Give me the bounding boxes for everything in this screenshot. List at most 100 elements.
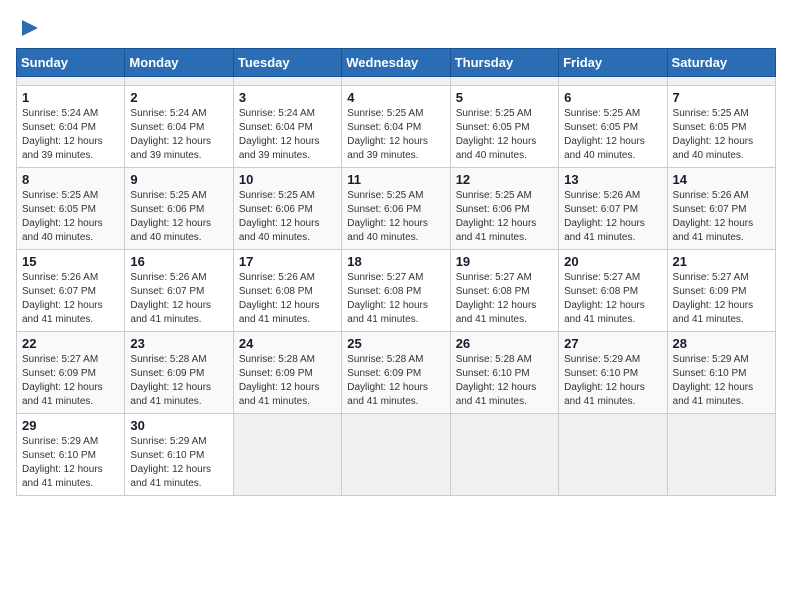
- day-number: 18: [347, 254, 444, 269]
- calendar-cell: 22 Sunrise: 5:27 AMSunset: 6:09 PMDayligh…: [17, 332, 125, 414]
- calendar-cell: [450, 77, 558, 86]
- calendar-cell: [450, 414, 558, 496]
- day-number: 5: [456, 90, 553, 105]
- calendar-cell: 14 Sunrise: 5:26 AMSunset: 6:07 PMDayligh…: [667, 168, 775, 250]
- calendar-cell: 17Sunrise: 5:26 AMSunset: 6:08 PMDayligh…: [233, 250, 341, 332]
- day-number: 8: [22, 172, 119, 187]
- calendar-cell: 20 Sunrise: 5:27 AMSunset: 6:08 PMDayligh…: [559, 250, 667, 332]
- calendar-cell: 29 Sunrise: 5:29 AMSunset: 6:10 PMDayligh…: [17, 414, 125, 496]
- day-number: 19: [456, 254, 553, 269]
- day-number: 21: [673, 254, 770, 269]
- day-detail: Sunrise: 5:26 AMSunset: 6:07 PMDaylight:…: [564, 189, 661, 245]
- day-number: 29: [22, 418, 119, 433]
- calendar-week-2: 8 Sunrise: 5:25 AMSunset: 6:05 PMDaylight…: [17, 168, 776, 250]
- day-number: 14: [673, 172, 770, 187]
- column-header-tuesday: Tuesday: [233, 49, 341, 77]
- calendar-table: SundayMondayTuesdayWednesdayThursdayFrid…: [16, 48, 776, 496]
- header: [16, 16, 776, 40]
- day-detail: Sunrise: 5:27 AMSunset: 6:08 PMDaylight:…: [347, 271, 444, 327]
- day-detail: Sunrise: 5:29 AMSunset: 6:10 PMDaylight:…: [564, 353, 661, 409]
- calendar-cell: [233, 77, 341, 86]
- calendar-cell: 3 Sunrise: 5:24 AMSunset: 6:04 PMDaylight…: [233, 86, 341, 168]
- day-detail: Sunrise: 5:25 AMSunset: 6:05 PMDaylight:…: [22, 189, 119, 245]
- logo-arrow-icon: [18, 16, 42, 40]
- day-detail: Sunrise: 5:29 AMSunset: 6:10 PMDaylight:…: [673, 353, 770, 409]
- day-detail: Sunrise: 5:28 AMSunset: 6:10 PMDaylight:…: [456, 353, 553, 409]
- logo-line1: [16, 16, 42, 40]
- day-detail: Sunrise: 5:25 AMSunset: 6:06 PMDaylight:…: [239, 189, 336, 245]
- day-detail: Sunrise: 5:27 AMSunset: 6:08 PMDaylight:…: [456, 271, 553, 327]
- day-detail: Sunrise: 5:25 AMSunset: 6:06 PMDaylight:…: [130, 189, 227, 245]
- calendar-cell: 27 Sunrise: 5:29 AMSunset: 6:10 PMDayligh…: [559, 332, 667, 414]
- calendar-cell: [667, 414, 775, 496]
- logo: [16, 16, 42, 40]
- calendar-cell: 19 Sunrise: 5:27 AMSunset: 6:08 PMDayligh…: [450, 250, 558, 332]
- calendar-cell: 5 Sunrise: 5:25 AMSunset: 6:05 PMDaylight…: [450, 86, 558, 168]
- day-number: 3: [239, 90, 336, 105]
- day-number: 1: [22, 90, 119, 105]
- header-row: SundayMondayTuesdayWednesdayThursdayFrid…: [17, 49, 776, 77]
- column-header-saturday: Saturday: [667, 49, 775, 77]
- day-number: 10: [239, 172, 336, 187]
- calendar-cell: 21 Sunrise: 5:27 AMSunset: 6:09 PMDayligh…: [667, 250, 775, 332]
- calendar-cell: 15Sunrise: 5:26 AMSunset: 6:07 PMDayligh…: [17, 250, 125, 332]
- calendar-cell: 11Sunrise: 5:25 AMSunset: 6:06 PMDayligh…: [342, 168, 450, 250]
- calendar-cell: [125, 77, 233, 86]
- calendar-cell: 24 Sunrise: 5:28 AMSunset: 6:09 PMDayligh…: [233, 332, 341, 414]
- column-header-friday: Friday: [559, 49, 667, 77]
- calendar-cell: 2 Sunrise: 5:24 AMSunset: 6:04 PMDaylight…: [125, 86, 233, 168]
- day-number: 4: [347, 90, 444, 105]
- calendar-cell: 18 Sunrise: 5:27 AMSunset: 6:08 PMDayligh…: [342, 250, 450, 332]
- day-detail: Sunrise: 5:26 AMSunset: 6:07 PMDaylight:…: [130, 271, 227, 327]
- day-number: 2: [130, 90, 227, 105]
- day-detail: Sunrise: 5:29 AMSunset: 6:10 PMDaylight:…: [22, 435, 119, 491]
- calendar-cell: [342, 414, 450, 496]
- calendar-cell: 10 Sunrise: 5:25 AMSunset: 6:06 PMDayligh…: [233, 168, 341, 250]
- day-number: 16: [130, 254, 227, 269]
- day-detail: Sunrise: 5:24 AMSunset: 6:04 PMDaylight:…: [239, 107, 336, 163]
- column-header-wednesday: Wednesday: [342, 49, 450, 77]
- calendar-week-3: 15Sunrise: 5:26 AMSunset: 6:07 PMDayligh…: [17, 250, 776, 332]
- day-detail: Sunrise: 5:25 AMSunset: 6:06 PMDaylight:…: [456, 189, 553, 245]
- calendar-cell: 1 Sunrise: 5:24 AMSunset: 6:04 PMDaylight…: [17, 86, 125, 168]
- calendar-cell: [17, 77, 125, 86]
- day-detail: Sunrise: 5:27 AMSunset: 6:09 PMDaylight:…: [22, 353, 119, 409]
- calendar-week-0: [17, 77, 776, 86]
- calendar-cell: [667, 77, 775, 86]
- calendar-cell: 26 Sunrise: 5:28 AMSunset: 6:10 PMDayligh…: [450, 332, 558, 414]
- day-detail: Sunrise: 5:27 AMSunset: 6:08 PMDaylight:…: [564, 271, 661, 327]
- calendar-cell: 28Sunrise: 5:29 AMSunset: 6:10 PMDayligh…: [667, 332, 775, 414]
- calendar-cell: 6 Sunrise: 5:25 AMSunset: 6:05 PMDaylight…: [559, 86, 667, 168]
- day-detail: Sunrise: 5:24 AMSunset: 6:04 PMDaylight:…: [22, 107, 119, 163]
- column-header-thursday: Thursday: [450, 49, 558, 77]
- day-number: 22: [22, 336, 119, 351]
- day-detail: Sunrise: 5:26 AMSunset: 6:07 PMDaylight:…: [22, 271, 119, 327]
- day-number: 6: [564, 90, 661, 105]
- day-detail: Sunrise: 5:25 AMSunset: 6:05 PMDaylight:…: [456, 107, 553, 163]
- day-detail: Sunrise: 5:27 AMSunset: 6:09 PMDaylight:…: [673, 271, 770, 327]
- day-detail: Sunrise: 5:26 AMSunset: 6:08 PMDaylight:…: [239, 271, 336, 327]
- day-detail: Sunrise: 5:25 AMSunset: 6:05 PMDaylight:…: [564, 107, 661, 163]
- column-header-monday: Monday: [125, 49, 233, 77]
- day-number: 26: [456, 336, 553, 351]
- day-number: 24: [239, 336, 336, 351]
- calendar-cell: 9Sunrise: 5:25 AMSunset: 6:06 PMDaylight…: [125, 168, 233, 250]
- calendar-cell: 13Sunrise: 5:26 AMSunset: 6:07 PMDayligh…: [559, 168, 667, 250]
- day-detail: Sunrise: 5:24 AMSunset: 6:04 PMDaylight:…: [130, 107, 227, 163]
- calendar-week-4: 22 Sunrise: 5:27 AMSunset: 6:09 PMDayligh…: [17, 332, 776, 414]
- column-header-sunday: Sunday: [17, 49, 125, 77]
- day-detail: Sunrise: 5:25 AMSunset: 6:05 PMDaylight:…: [673, 107, 770, 163]
- day-number: 7: [673, 90, 770, 105]
- day-number: 27: [564, 336, 661, 351]
- day-number: 20: [564, 254, 661, 269]
- calendar-cell: 23Sunrise: 5:28 AMSunset: 6:09 PMDayligh…: [125, 332, 233, 414]
- calendar-cell: 30Sunrise: 5:29 AMSunset: 6:10 PMDayligh…: [125, 414, 233, 496]
- calendar-cell: 7 Sunrise: 5:25 AMSunset: 6:05 PMDaylight…: [667, 86, 775, 168]
- calendar-cell: [559, 414, 667, 496]
- day-detail: Sunrise: 5:28 AMSunset: 6:09 PMDaylight:…: [130, 353, 227, 409]
- day-number: 11: [347, 172, 444, 187]
- day-detail: Sunrise: 5:28 AMSunset: 6:09 PMDaylight:…: [239, 353, 336, 409]
- day-detail: Sunrise: 5:26 AMSunset: 6:07 PMDaylight:…: [673, 189, 770, 245]
- calendar-cell: 16 Sunrise: 5:26 AMSunset: 6:07 PMDayligh…: [125, 250, 233, 332]
- calendar-week-1: 1 Sunrise: 5:24 AMSunset: 6:04 PMDaylight…: [17, 86, 776, 168]
